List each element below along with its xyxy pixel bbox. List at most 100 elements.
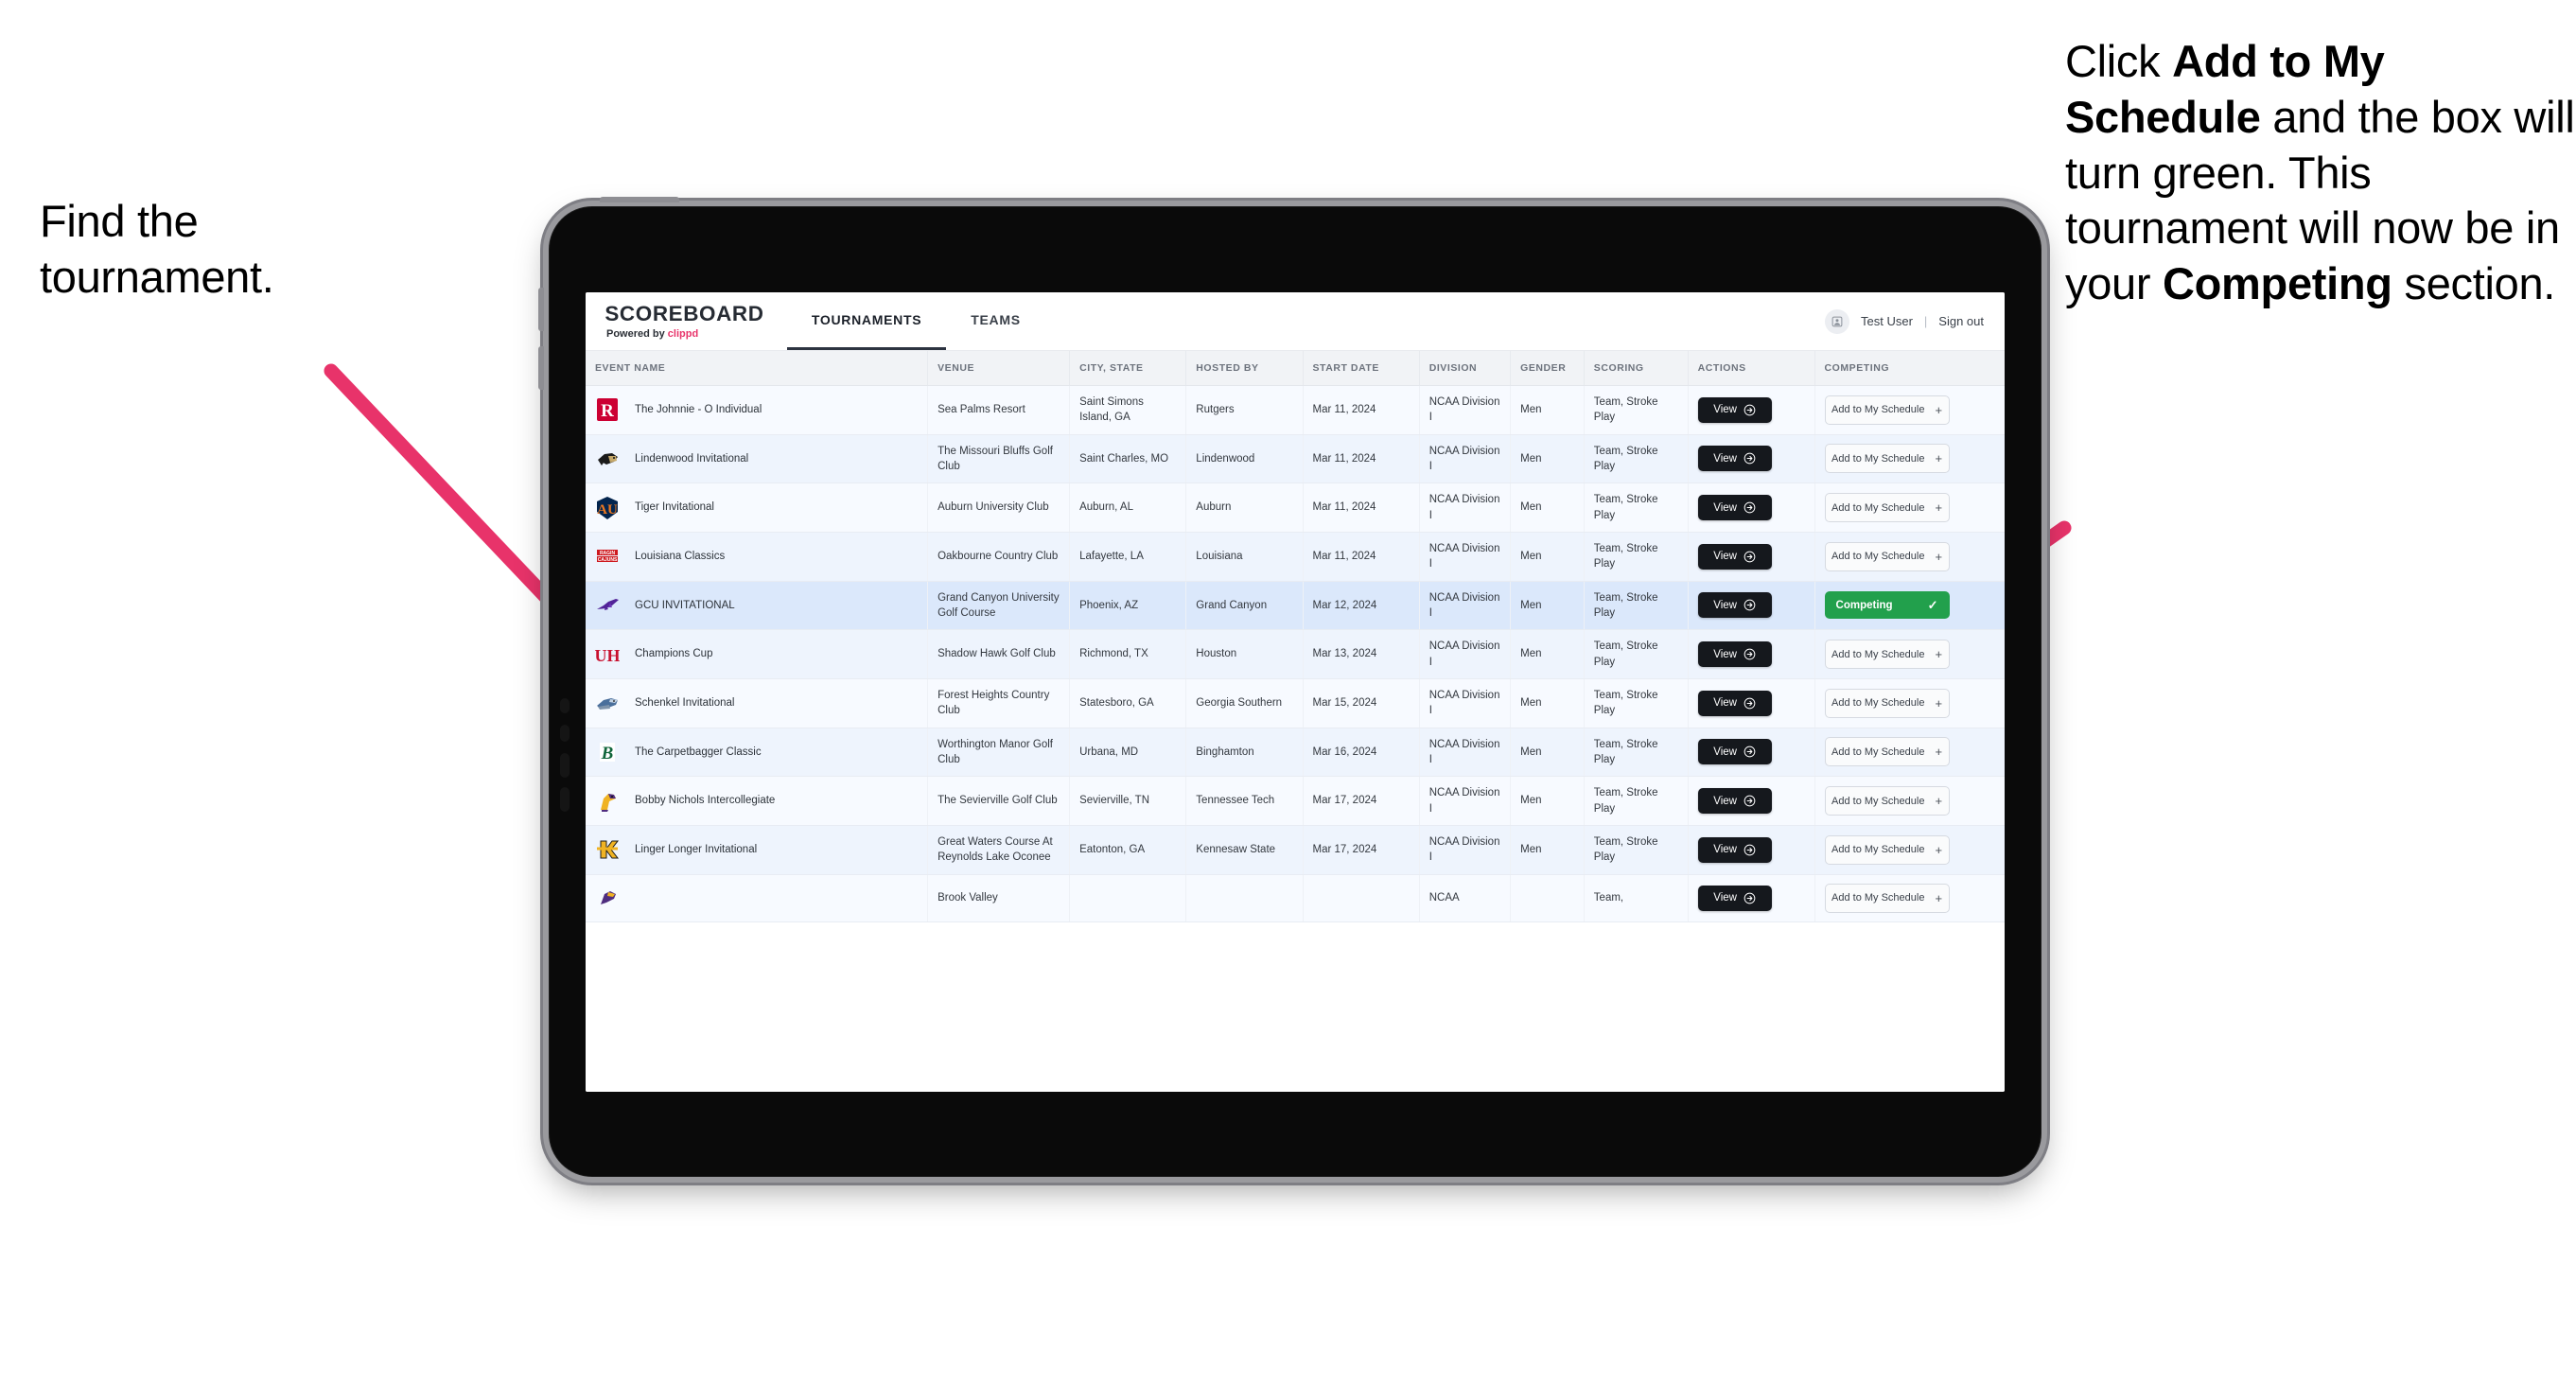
cell-start-date: Mar 11, 2024 bbox=[1303, 532, 1420, 582]
brand-title: SCOREBOARD bbox=[605, 301, 764, 325]
table-row[interactable]: Schenkel Invitational Forest Heights Coun… bbox=[586, 678, 2005, 728]
cell-gender: Men bbox=[1510, 385, 1585, 435]
col-scoring[interactable]: SCORING bbox=[1584, 351, 1689, 386]
view-button-label: View bbox=[1713, 452, 1737, 465]
cell-city-state: Urbana, MD bbox=[1069, 728, 1187, 778]
col-venue[interactable]: VENUE bbox=[927, 351, 1071, 386]
table-row[interactable]: The Johnnie - O Individual Sea Palms Reso… bbox=[586, 385, 2005, 435]
view-button-label: View bbox=[1713, 599, 1737, 611]
view-button[interactable]: View bbox=[1697, 690, 1772, 716]
cell-city-state: Richmond, TX bbox=[1069, 629, 1187, 679]
add-to-my-schedule-button[interactable]: Add to My Schedule + bbox=[1824, 786, 1950, 816]
cell-scoring: Team, Stroke Play bbox=[1584, 532, 1689, 582]
add-to-my-schedule-button[interactable]: Add to My Schedule + bbox=[1824, 834, 1950, 865]
add-to-my-schedule-label: Add to My Schedule bbox=[1831, 892, 1925, 904]
speaker-grill bbox=[560, 725, 570, 742]
tablet-screen: SCOREBOARD Powered by clippd TOURNAMENTS… bbox=[586, 292, 2005, 1092]
cell-actions: View bbox=[1688, 825, 1815, 875]
power-button[interactable] bbox=[600, 197, 679, 202]
arrow-right-circle-icon bbox=[1744, 452, 1756, 465]
table-row[interactable]: Bobby Nichols Intercollegiate The Sevierv… bbox=[586, 776, 2005, 826]
annotation-left-line1: Find the bbox=[40, 196, 199, 246]
cell-hosted-by: Auburn bbox=[1185, 482, 1304, 533]
competing-button[interactable]: Competing ✓ bbox=[1824, 591, 1950, 620]
view-button[interactable]: View bbox=[1697, 641, 1772, 668]
cell-city-state: Lafayette, LA bbox=[1069, 532, 1187, 582]
table-row[interactable]: The Carpetbagger Classic Worthington Mano… bbox=[586, 728, 2005, 778]
add-to-my-schedule-button[interactable]: Add to My Schedule + bbox=[1824, 493, 1950, 523]
view-button[interactable]: View bbox=[1697, 543, 1772, 570]
view-button[interactable]: View bbox=[1697, 446, 1772, 472]
cell-hosted-by: Rutgers bbox=[1185, 385, 1304, 435]
cell-actions: View bbox=[1688, 629, 1815, 679]
cell-gender: Men bbox=[1510, 434, 1585, 484]
col-division[interactable]: DIVISION bbox=[1419, 351, 1512, 386]
arrow-right-circle-icon bbox=[1744, 501, 1756, 514]
col-city-state[interactable]: CITY, STATE bbox=[1069, 351, 1187, 386]
volume-up-button[interactable] bbox=[538, 288, 544, 331]
cell-actions: View bbox=[1688, 776, 1815, 826]
cell-scoring: Team, Stroke Play bbox=[1584, 482, 1689, 533]
arrow-right-circle-icon bbox=[1744, 892, 1756, 904]
cell-city-state: Statesboro, GA bbox=[1069, 678, 1187, 728]
table-row[interactable]: GCU INVITATIONAL Grand Canyon University … bbox=[586, 581, 2005, 631]
cell-competing: Add to My Schedule + bbox=[1814, 629, 2005, 679]
cell-event-name: GCU INVITATIONAL bbox=[586, 581, 929, 631]
cell-scoring: Team, Stroke Play bbox=[1584, 581, 1689, 631]
view-button[interactable]: View bbox=[1697, 495, 1772, 521]
cell-start-date: Mar 17, 2024 bbox=[1303, 776, 1420, 826]
add-to-my-schedule-button[interactable]: Add to My Schedule + bbox=[1824, 395, 1950, 425]
view-button[interactable]: View bbox=[1697, 739, 1772, 765]
view-button[interactable]: View bbox=[1697, 885, 1772, 911]
add-to-my-schedule-button[interactable]: Add to My Schedule + bbox=[1824, 640, 1950, 670]
tournaments-table-wrapper[interactable]: EVENT NAME VENUE CITY, STATE HOSTED BY S… bbox=[586, 351, 2005, 1092]
cell-scoring: Team, Stroke Play bbox=[1584, 825, 1689, 875]
cell-competing: Add to My Schedule + bbox=[1814, 482, 2005, 533]
table-row[interactable]: Lindenwood Invitational The Missouri Bluf… bbox=[586, 434, 2005, 484]
cell-city-state: Saint Charles, MO bbox=[1069, 434, 1187, 484]
add-to-my-schedule-label: Add to My Schedule bbox=[1831, 746, 1925, 758]
plus-icon: + bbox=[1935, 842, 1943, 857]
add-to-my-schedule-label: Add to My Schedule bbox=[1831, 404, 1925, 416]
plus-icon: + bbox=[1935, 695, 1943, 711]
view-button-label: View bbox=[1713, 844, 1737, 856]
cell-actions: View bbox=[1688, 385, 1815, 435]
table-row[interactable]: Brook Valley NCAA Team, View Add to My Sched… bbox=[586, 874, 2005, 922]
brand-logo[interactable]: SCOREBOARD Powered by clippd bbox=[605, 292, 787, 350]
plus-icon: + bbox=[1935, 500, 1943, 516]
sign-out-link[interactable]: Sign out bbox=[1938, 314, 1984, 328]
user-avatar-icon[interactable] bbox=[1825, 308, 1849, 334]
col-start-date[interactable]: START DATE bbox=[1303, 351, 1420, 386]
gcu-logo bbox=[597, 598, 619, 610]
view-button[interactable]: View bbox=[1697, 836, 1772, 863]
tab-tournaments[interactable]: TOURNAMENTS bbox=[786, 292, 947, 350]
view-button[interactable]: View bbox=[1697, 788, 1772, 815]
cell-scoring: Team, Stroke Play bbox=[1584, 728, 1689, 778]
add-to-my-schedule-button[interactable]: Add to My Schedule + bbox=[1824, 737, 1950, 767]
louisiana-logo bbox=[597, 550, 618, 564]
table-row[interactable]: Louisiana Classics Oakbourne Country Club… bbox=[586, 532, 2005, 582]
add-to-my-schedule-button[interactable]: Add to My Schedule + bbox=[1824, 444, 1950, 474]
cell-scoring: Team, Stroke Play bbox=[1584, 434, 1689, 484]
view-button[interactable]: View bbox=[1697, 592, 1772, 619]
cell-start-date: Mar 16, 2024 bbox=[1303, 728, 1420, 778]
add-to-my-schedule-button[interactable]: Add to My Schedule + bbox=[1824, 688, 1950, 718]
table-row[interactable]: Linger Longer Invitational Great Waters C… bbox=[586, 825, 2005, 875]
cell-hosted-by: Grand Canyon bbox=[1185, 581, 1304, 631]
col-event-name[interactable]: EVENT NAME bbox=[586, 351, 929, 386]
col-competing[interactable]: COMPETING bbox=[1814, 351, 2005, 386]
tab-teams[interactable]: TEAMS bbox=[946, 292, 1045, 350]
cell-competing: Add to My Schedule + bbox=[1814, 532, 2005, 582]
add-to-my-schedule-button[interactable]: Add to My Schedule + bbox=[1824, 541, 1950, 571]
volume-down-button[interactable] bbox=[538, 346, 544, 390]
table-row[interactable]: Tiger Invitational Auburn University Club… bbox=[586, 482, 2005, 533]
add-to-my-schedule-button[interactable]: Add to My Schedule + bbox=[1824, 883, 1950, 913]
arrow-right-circle-icon bbox=[1744, 697, 1756, 710]
col-hosted-by[interactable]: HOSTED BY bbox=[1185, 351, 1304, 386]
table-row[interactable]: Champions Cup Shadow Hawk Golf Club Richmo… bbox=[586, 629, 2005, 679]
col-actions[interactable]: ACTIONS bbox=[1688, 351, 1815, 386]
view-button[interactable]: View bbox=[1697, 396, 1772, 423]
cell-start-date bbox=[1303, 874, 1420, 922]
add-to-my-schedule-label: Add to My Schedule bbox=[1831, 501, 1925, 514]
col-gender[interactable]: GENDER bbox=[1510, 351, 1585, 386]
